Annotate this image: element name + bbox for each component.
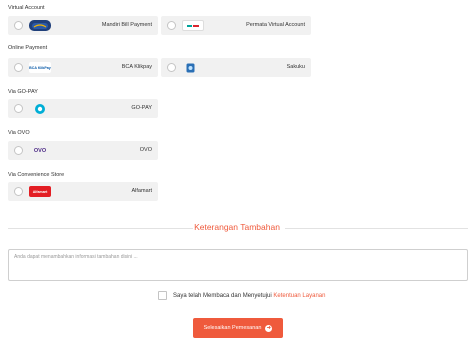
radio-ovo[interactable] xyxy=(14,146,23,155)
submit-label: Selesaikan Pemesanan xyxy=(203,325,262,331)
radio-mandiri[interactable] xyxy=(14,21,23,30)
notes-heading: Keterangan Tambahan xyxy=(194,222,280,232)
terms-link[interactable]: Ketentuan Layanan xyxy=(273,293,325,299)
radio-alfamart[interactable] xyxy=(14,187,23,196)
section-label-online-payment: Online Payment xyxy=(8,45,48,51)
label-sakuku: Sakuku xyxy=(286,64,305,70)
label-ovo: OVO xyxy=(139,147,152,153)
label-alfamart: Alfamart xyxy=(131,188,152,194)
permata-logo-icon xyxy=(182,20,204,31)
label-mandiri: Mandiri Bill Payment xyxy=(101,22,152,28)
gopay-logo-icon xyxy=(29,103,51,114)
payment-option-ovo[interactable]: OVO OVO xyxy=(8,141,158,160)
mandiri-logo-icon xyxy=(29,20,51,31)
payment-option-alfamart[interactable]: Alfamart Alfamart xyxy=(8,182,158,201)
label-bca: BCA Klikpay xyxy=(121,64,152,70)
payment-option-bca-klikpay[interactable]: BCA KlikPay BCA Klikpay xyxy=(8,58,158,77)
arrow-right-circle-icon: ➜ xyxy=(265,324,273,332)
section-label-gopay: Via GO-PAY xyxy=(8,89,38,95)
ovo-logo-icon: OVO xyxy=(33,147,47,154)
radio-gopay[interactable] xyxy=(14,104,23,113)
radio-permata[interactable] xyxy=(167,21,176,30)
bca-klikpay-logo-icon: BCA KlikPay xyxy=(29,62,51,73)
agreement-row: Saya telah Membaca dan Menyetujui Ketent… xyxy=(158,291,325,300)
section-label-convenience-store: Via Convenience Store xyxy=(8,172,65,178)
agreement-text: Saya telah Membaca dan Menyetujui Ketent… xyxy=(173,292,326,299)
agreement-checkbox[interactable] xyxy=(158,291,167,300)
radio-bca[interactable] xyxy=(14,63,23,72)
payment-option-sakuku[interactable]: Sakuku xyxy=(161,58,311,77)
label-gopay: GO-PAY xyxy=(131,105,152,111)
notes-input[interactable] xyxy=(8,249,468,281)
alfamart-logo-icon: Alfamart xyxy=(29,186,51,197)
label-permata: Permata Virtual Account xyxy=(246,22,305,28)
submit-order-button[interactable]: Selesaikan Pemesanan ➜ xyxy=(193,318,283,338)
radio-sakuku[interactable] xyxy=(167,63,176,72)
payment-option-mandiri[interactable]: Mandiri Bill Payment xyxy=(8,16,158,35)
payment-option-gopay[interactable]: GO-PAY xyxy=(8,99,158,118)
section-label-ovo: Via OVO xyxy=(8,130,30,136)
section-label-virtual-account: Virtual Account xyxy=(8,5,45,11)
payment-option-permata[interactable]: Permata Virtual Account xyxy=(161,16,311,35)
sakuku-logo-icon xyxy=(185,62,195,73)
